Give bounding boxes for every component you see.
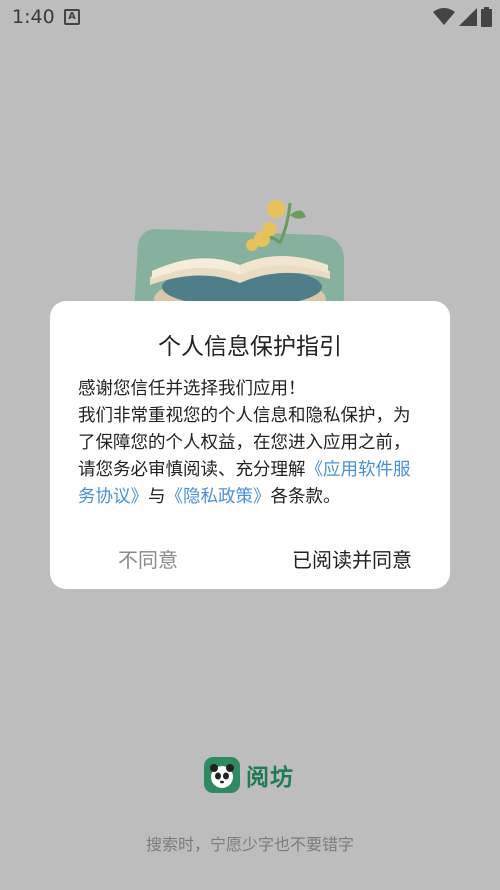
- agree-button[interactable]: 已阅读并同意: [292, 544, 412, 573]
- suffix-text: 各条款。: [270, 487, 341, 507]
- status-time: 1:40: [12, 6, 55, 28]
- privacy-policy-link[interactable]: 《隐私政策》: [166, 487, 271, 507]
- panda-logo-icon: [204, 757, 240, 793]
- battery-icon: [481, 7, 492, 27]
- a-icon: A: [64, 9, 80, 25]
- system-icons: [433, 7, 492, 27]
- dialog-description: 我们非常重视您的个人信息和隐私保护，为了保障您的个人权益，在您进入应用之前，请您…: [78, 403, 424, 511]
- connector-text: 与: [148, 487, 166, 507]
- dialog-title: 个人信息保护指引: [158, 334, 342, 360]
- dialog-thanks-text: 感谢您信任并选择我们应用！: [78, 379, 306, 399]
- signal-icon: [459, 8, 477, 26]
- wifi-icon: [433, 8, 455, 25]
- brand: 阅坊: [204, 757, 294, 793]
- brand-slogan: 搜索时，宁愿少字也不要错字: [145, 835, 354, 854]
- status-bar: 1:40 A: [0, 0, 500, 36]
- disagree-button[interactable]: 不同意: [118, 544, 178, 573]
- brand-name: 阅坊: [246, 765, 294, 791]
- dialog-body: 感谢您信任并选择我们应用！ 我们非常重视您的个人信息和隐私保护，为了保障您的个人…: [78, 376, 424, 511]
- privacy-dialog: 个人信息保护指引 感谢您信任并选择我们应用！ 我们非常重视您的个人信息和隐私保护…: [50, 301, 450, 589]
